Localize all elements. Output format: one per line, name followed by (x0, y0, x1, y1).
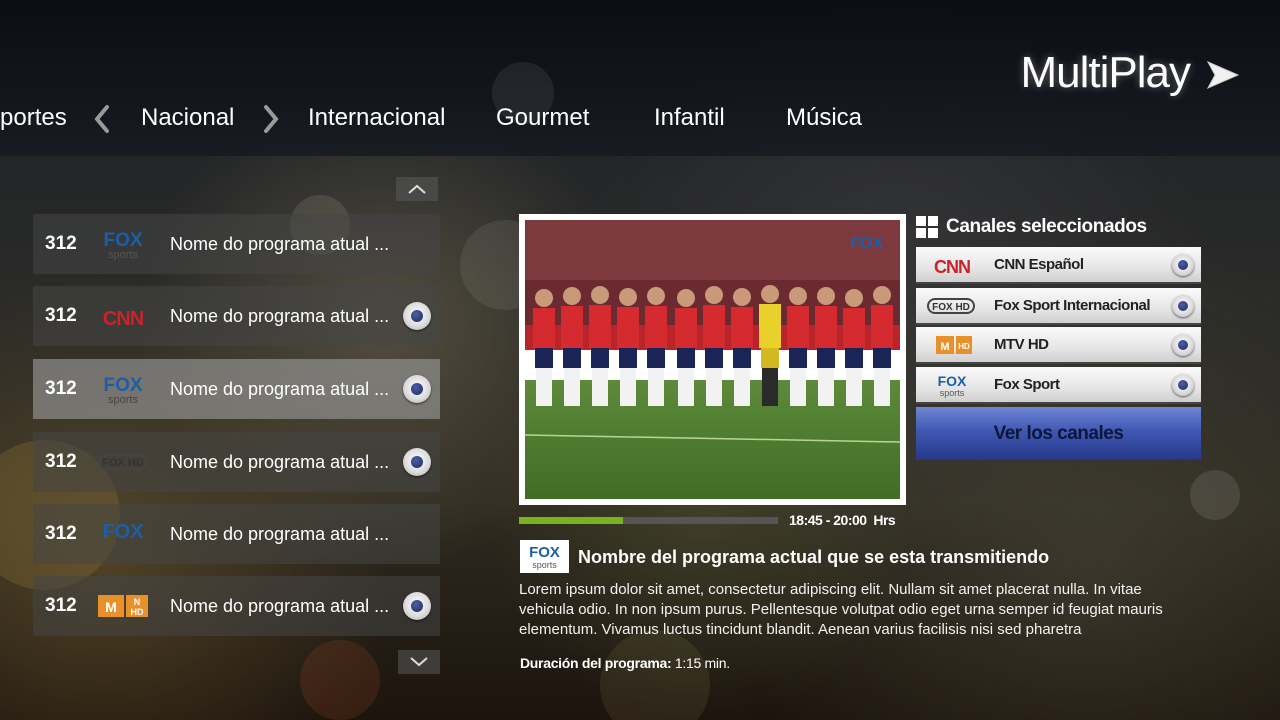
fox-hd-logo: FOX HD (927, 298, 975, 314)
cnn-logo: CNN (934, 257, 971, 277)
fox-sports-logo: FOX sports (103, 375, 142, 406)
program-duration: Duración del programa: 1:15 min. (520, 655, 730, 671)
svg-text:FOX: FOX (938, 373, 967, 389)
program-name: Nome do programa atual ... (170, 595, 390, 616)
select-radio[interactable] (1172, 334, 1194, 356)
nav-item-internacional[interactable]: Internacional (308, 104, 445, 132)
selected-channel-item[interactable]: FOX HD Fox Sport Internacional (916, 288, 1201, 325)
selected-channel-item[interactable]: M HD MTV HD (916, 327, 1201, 364)
fox-sports-program-logo: FOX sports (520, 540, 569, 573)
channel-number: 312 (45, 451, 77, 472)
svg-text:FOX: FOX (103, 230, 142, 251)
svg-text:HD: HD (958, 342, 970, 351)
nav-item-deportes[interactable]: portes (0, 104, 67, 132)
nav-item-nacional[interactable]: Nacional (141, 104, 234, 132)
program-title: Nombre del programa actual que se esta t… (578, 547, 1050, 567)
svg-text:M: M (940, 341, 949, 353)
selected-channel-item[interactable]: FOX sports Fox Sport (916, 367, 1201, 404)
fox-hd-logo: FOX HD (98, 454, 148, 470)
channel-row-selected[interactable]: 312 FOX sports Nome do programa atual ..… (33, 359, 440, 419)
video-frame-image: FOX (525, 220, 900, 499)
selected-channel-name: MTV HD (994, 336, 1049, 353)
video-preview[interactable]: FOX (519, 214, 906, 505)
progress-fill (519, 517, 623, 524)
selected-channel-item[interactable]: CNN CNN Español (916, 247, 1201, 284)
svg-text:CNN: CNN (103, 308, 144, 330)
channel-number: 312 (45, 595, 77, 616)
channel-number: 312 (45, 523, 77, 544)
svg-text:sports: sports (532, 560, 557, 570)
select-radio[interactable] (403, 302, 431, 330)
select-radio[interactable] (403, 375, 431, 403)
nav-item-musica[interactable]: Música (786, 104, 862, 132)
svg-text:FOX HD: FOX HD (102, 457, 144, 469)
program-description: Lorem ipsum dolor sit amet, consectetur … (519, 581, 1163, 638)
chevron-up-icon (408, 184, 426, 194)
fox-watermark: FOX (850, 235, 883, 252)
selected-channel-name: Fox Sport (994, 376, 1060, 393)
program-name: Nome do programa atual ... (170, 523, 390, 544)
select-radio[interactable] (1172, 374, 1194, 396)
time-range: 18:45 - 20:00 Hrs (789, 512, 896, 528)
chevron-right-icon[interactable] (262, 104, 280, 134)
nav-item-gourmet[interactable]: Gourmet (496, 104, 589, 132)
svg-text:sports: sports (108, 249, 138, 261)
svg-text:FOX: FOX (529, 544, 560, 561)
chevron-left-icon[interactable] (93, 104, 111, 134)
grid-icon (916, 216, 938, 238)
channel-row[interactable]: 312 FOX HD Nome do programa atual ... (33, 432, 440, 492)
chevron-down-icon (410, 657, 428, 667)
channel-number: 312 (45, 305, 77, 326)
mtv-hd-logo: M N HD (98, 595, 148, 617)
program-name: Nome do programa atual ... (170, 305, 390, 326)
select-radio[interactable] (403, 592, 431, 620)
svg-text:HD: HD (131, 607, 144, 617)
nav-item-infantil[interactable]: Infantil (654, 104, 725, 132)
send-arrow-icon (1206, 60, 1240, 90)
program-progress-bar (519, 517, 778, 524)
svg-text:FOX: FOX (102, 521, 144, 543)
channel-number: 312 (45, 233, 77, 254)
mtv-hd-logo: M HD (936, 336, 972, 354)
channel-row[interactable]: 312 FOX sports Nome do programa atual ..… (33, 214, 440, 274)
fox-sports-logo: FOX sports (103, 230, 142, 261)
select-radio[interactable] (1172, 295, 1194, 317)
svg-text:sports: sports (108, 394, 138, 406)
cnn-logo: CNN (103, 308, 145, 330)
fox-sports-logo: FOX sports (938, 373, 967, 398)
fox-logo: FOX (102, 521, 144, 543)
select-radio[interactable] (1172, 254, 1194, 276)
ver-los-canales-button[interactable]: Ver los canales (916, 407, 1201, 460)
svg-text:FOX HD: FOX HD (932, 302, 970, 313)
scroll-down-button[interactable] (398, 650, 440, 674)
svg-text:N: N (134, 597, 141, 607)
multiplay-logo: MultiPlay (1020, 48, 1191, 97)
select-radio[interactable] (403, 448, 431, 476)
channel-row[interactable]: 312 FOX Nome do programa atual ... (33, 504, 440, 564)
selected-channel-name: CNN Español (994, 256, 1084, 273)
channel-row[interactable]: 312 CNN Nome do programa atual ... (33, 286, 440, 346)
svg-text:sports: sports (940, 388, 965, 398)
program-name: Nome do programa atual ... (170, 378, 390, 399)
selected-channel-name: Fox Sport Internacional (994, 297, 1151, 314)
svg-text:CNN: CNN (934, 257, 970, 277)
channel-number: 312 (45, 378, 77, 399)
svg-text:M: M (105, 599, 117, 615)
program-name: Nome do programa atual ... (170, 451, 390, 472)
program-name: Nome do programa atual ... (170, 233, 390, 254)
svg-text:FOX: FOX (103, 375, 142, 396)
scroll-up-button[interactable] (396, 177, 438, 201)
selected-channels-header: Canales seleccionados (916, 215, 1147, 239)
channel-row[interactable]: 312 M N HD Nome do programa atual ... (33, 576, 440, 636)
